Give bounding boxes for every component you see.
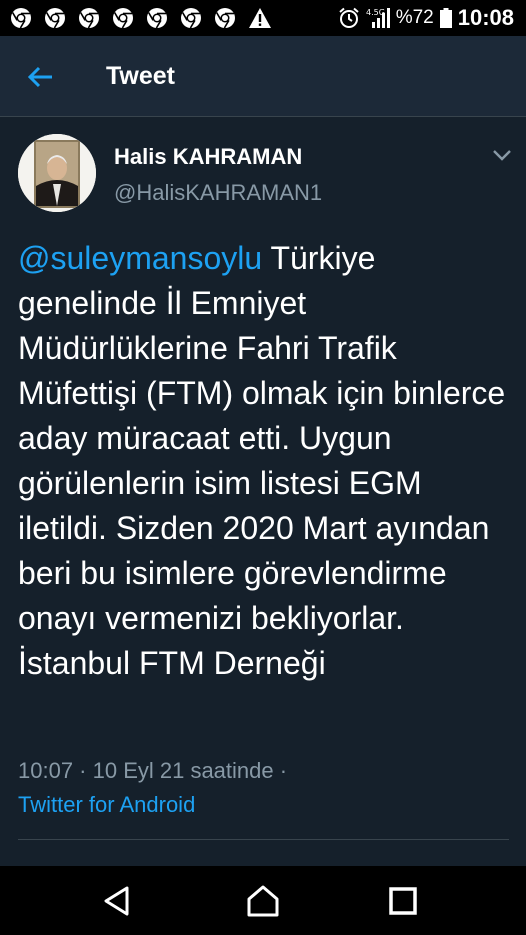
chrome-icon [45,8,65,29]
page-title: Tweet [106,62,175,90]
alarm-icon [339,7,359,28]
avatar[interactable] [18,134,96,212]
home-icon[interactable] [246,884,280,918]
chrome-icon [181,8,201,29]
tweet-timestamp: 10:07 · 10 Eyl 21 saatinde · [18,758,288,783]
chrome-icon [215,8,235,29]
divider [18,839,509,840]
battery-percent: %72 [395,7,434,28]
tweet-actions-row-partial [18,852,509,866]
warning-icon [249,8,271,28]
chrome-icon [79,8,99,29]
status-indicators: 4.5G %72 10:08 [338,0,514,36]
battery-icon [439,8,452,28]
chrome-icon [147,8,167,29]
avatar-photo [18,134,96,212]
arrow-left-icon[interactable] [26,62,56,92]
system-nav-bar [0,866,526,935]
status-bar: 4.5G %72 10:08 [0,0,526,36]
chrome-icon [113,8,133,29]
chrome-icon [11,8,31,29]
mention-link[interactable]: @suleymansoylu [18,240,262,276]
tweet-author: Halis KAHRAMAN @HalisKAHRAMAN1 [18,134,513,214]
author-handle[interactable]: @HalisKAHRAMAN1 [114,180,322,206]
tweet-body: Türkiye genelinde İl Emniyet Müdürlükler… [18,240,506,681]
recents-square-icon[interactable] [386,884,420,918]
signal-icon: 4.5G [366,8,390,28]
notification-icons [0,7,272,29]
tweet-text: @suleymansoylu Türkiye genelinde İl Emni… [18,236,508,686]
app-header: Tweet [0,36,526,117]
tweet-source-link[interactable]: Twitter for Android [18,792,195,818]
chevron-down-icon[interactable] [491,148,513,162]
clock: 10:08 [457,5,514,30]
author-name[interactable]: Halis KAHRAMAN [114,144,302,170]
back-triangle-icon[interactable] [100,884,134,918]
